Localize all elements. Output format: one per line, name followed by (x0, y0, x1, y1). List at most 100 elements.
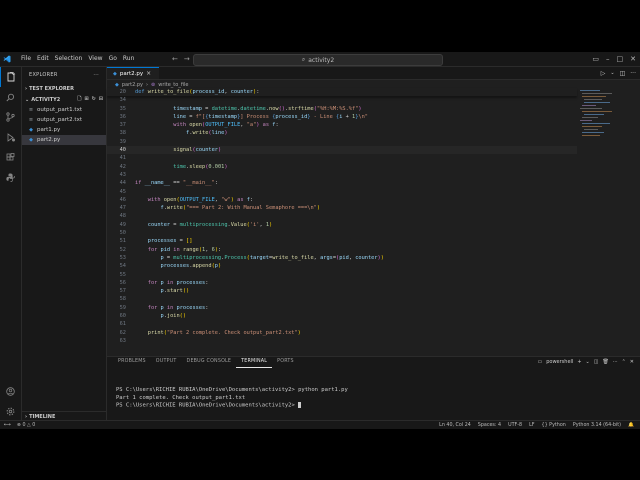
code-token: as (233, 196, 247, 203)
language-mode[interactable]: {} Python (542, 423, 566, 428)
menu-run[interactable]: Run (120, 52, 138, 66)
code-token: : (218, 246, 222, 253)
python-file-icon: ◆ (29, 137, 33, 143)
menu-go[interactable]: Go (106, 52, 120, 66)
file-item[interactable]: ◆ part1.py (22, 125, 106, 135)
panel-tab-problems[interactable]: PROBLEMS (113, 357, 151, 367)
more-actions-icon[interactable]: ··· (630, 70, 636, 77)
menu-selection[interactable]: Selection (52, 52, 86, 66)
back-arrow-icon[interactable]: ← (172, 55, 178, 63)
file-item[interactable]: ≡ output_part2.txt (22, 115, 106, 125)
line-number: 55 (119, 271, 126, 278)
code-token: counter (195, 147, 218, 154)
panel-tab-terminal[interactable]: TERMINAL (236, 357, 273, 368)
menu-view[interactable]: View (85, 52, 105, 66)
maximize-icon[interactable]: □ (617, 55, 624, 63)
python-icon[interactable] (0, 167, 21, 187)
code-text: timestamp = datetime.datetime.now().strf… (135, 105, 361, 113)
more-actions-icon[interactable]: ··· (613, 359, 618, 365)
test-explorer-section[interactable]: › TEST EXPLORER (22, 83, 106, 94)
code-token: () (182, 288, 190, 295)
file-item[interactable]: ◆ part2.py (22, 135, 106, 145)
code-token: f"[ (195, 113, 206, 120)
command-center-search[interactable]: ⌕ activity2 (193, 54, 443, 66)
encoding[interactable]: UTF-8 (508, 423, 522, 428)
new-file-icon[interactable]: 🗋 (77, 96, 81, 104)
shell-name[interactable]: powershell (546, 359, 573, 365)
folder-activity2[interactable]: ⌄ ACTIVITY2 🗋 ⊞ ↻ ⊟ (22, 94, 106, 105)
extensions-icon[interactable] (0, 147, 21, 167)
close-tab-icon[interactable]: × (146, 70, 151, 77)
notifications-bell-icon[interactable]: 🔔 (628, 423, 634, 428)
code-token: strftime (288, 105, 314, 112)
minimize-icon[interactable]: – (606, 55, 610, 63)
code-line: 42 time.sleep(0.001) (107, 163, 577, 171)
trash-icon[interactable]: 🗑 (602, 359, 608, 365)
close-window-icon[interactable]: ✕ (630, 55, 636, 63)
line-number: 53 (119, 254, 126, 261)
cursor-position[interactable]: Ln 40, Col 24 (439, 423, 471, 428)
code-token: "__main__" (182, 180, 215, 187)
code-token: processes (135, 238, 180, 245)
collapse-all-icon[interactable]: ⊟ (99, 96, 103, 104)
code-editor[interactable]: 20 def write_to_file(process_id, counter)… (107, 88, 577, 348)
python-interpreter[interactable]: Python 3.14 (64-bit) (573, 423, 621, 428)
file-item[interactable]: ≡ output_part1.txt (22, 105, 106, 115)
new-folder-icon[interactable]: ⊞ (84, 96, 88, 104)
editor-tabs: ◆ part2.py × ▷ ⌄ ◫ ··· (107, 67, 640, 80)
menu-edit[interactable]: Edit (34, 52, 52, 66)
code-token: with (147, 196, 164, 203)
split-terminal-icon[interactable]: ◫ (594, 359, 599, 365)
run-python-icon[interactable]: ▷ (601, 70, 606, 77)
tab-part2-py[interactable]: ◆ part2.py × (107, 67, 160, 79)
code-line: 37 with open(OUTPUT_FILE, "a") as f: (107, 121, 577, 129)
problems-status[interactable]: ⊗ 0 △ 0 (17, 423, 35, 428)
code-line: 54 processes.append(p) (107, 262, 577, 270)
close-panel-icon[interactable]: ✕ (630, 359, 634, 365)
split-editor-icon[interactable]: ◫ (620, 70, 626, 77)
more-actions-icon[interactable]: ··· (93, 72, 99, 78)
code-line: 35 timestamp = datetime.datetime.now().s… (107, 105, 577, 113)
editor-scrollbar[interactable] (632, 88, 640, 348)
panel-tab-debug-console[interactable]: DEBUG CONSOLE (182, 357, 237, 367)
indentation[interactable]: Spaces: 4 (478, 423, 501, 428)
code-token: __name__ (144, 180, 174, 187)
editor-actions: ▷ ⌄ ◫ ··· (601, 67, 636, 79)
code-text: f.write(line) (135, 129, 228, 137)
line-number: 60 (119, 313, 126, 320)
code-line: 53 p = multiprocessing.Process(target=wr… (107, 254, 577, 262)
settings-gear-icon[interactable] (0, 401, 21, 421)
remote-icon[interactable]: ⟷ (4, 423, 11, 428)
menu-file[interactable]: File (18, 52, 34, 66)
line-number: 56 (119, 279, 126, 286)
source-control-icon[interactable] (0, 107, 21, 127)
layout-icon[interactable]: ▭ (592, 55, 599, 63)
maximize-panel-icon[interactable]: ⌃ (622, 359, 626, 365)
refresh-icon[interactable]: ↻ (92, 96, 96, 104)
panel-tab-ports[interactable]: PORTS (272, 357, 299, 367)
panel-tab-output[interactable]: OUTPUT (151, 357, 182, 367)
chevron-down-icon[interactable]: ⌄ (586, 359, 590, 365)
minimap[interactable] (578, 88, 628, 148)
new-terminal-icon[interactable]: + (577, 359, 581, 365)
code-text: print("Part 2 complete. Check output_par… (135, 329, 301, 337)
chevron-down-icon[interactable]: ⌄ (610, 70, 614, 76)
terminal-output[interactable]: PS C:\Users\RICHIE RUBIA\OneDrive\Docume… (107, 367, 640, 410)
breadcrumb-symbol[interactable]: write_to_file (158, 82, 188, 88)
code-line: 43 (107, 171, 577, 179)
breadcrumb-file[interactable]: part2.py (122, 82, 143, 88)
line-number: 54 (119, 263, 126, 270)
accounts-icon[interactable] (0, 381, 21, 401)
code-token: ) (297, 329, 301, 336)
code-token: in (166, 279, 177, 286)
explorer-icon[interactable] (0, 67, 21, 87)
file-list: ≡ output_part1.txt ≡ output_part2.txt ◆ part1… (22, 105, 106, 145)
code-token: timestamp (135, 105, 206, 112)
forward-arrow-icon[interactable]: → (184, 55, 190, 63)
end-of-line[interactable]: LF (529, 423, 534, 428)
line-number: 41 (119, 155, 126, 162)
run-debug-icon[interactable] (0, 127, 21, 147)
search-sidebar-icon[interactable] (0, 87, 21, 107)
